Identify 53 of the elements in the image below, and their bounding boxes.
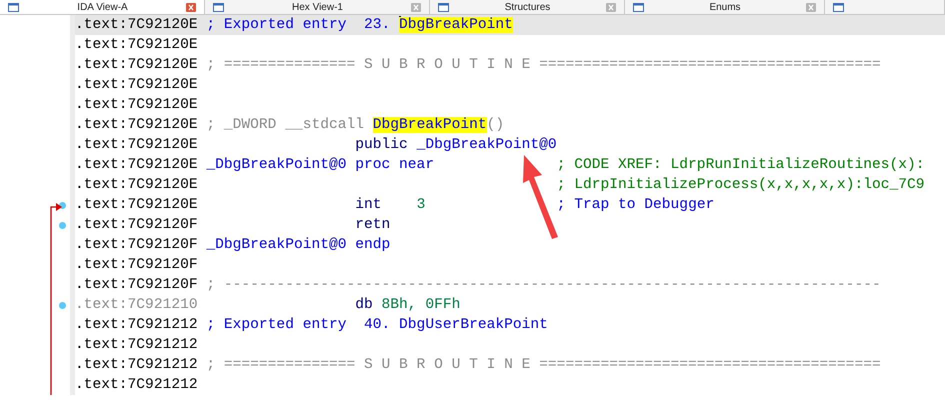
- address: .text:7C921212: [75, 357, 198, 373]
- address: .text:7C92120F: [75, 257, 198, 273]
- label: _DbgBreakPoint@0 proc near: [206, 157, 434, 173]
- address: .text:7C921210: [75, 297, 198, 313]
- comment: ; CODE XREF: LdrpRunInitializeRoutines(x):: [556, 157, 925, 173]
- address: .text:7C92120E: [75, 177, 198, 193]
- mnemonic: retn: [355, 217, 390, 233]
- address: .text:7C92120E: [75, 17, 198, 33]
- operand: _DbgBreakPoint@0: [416, 137, 557, 153]
- label: _DbgBreakPoint@0 endp: [206, 237, 390, 253]
- comment: ; ---------------------------------------------------------------------------: [206, 277, 881, 293]
- tab[interactable]: Enums: [625, 0, 825, 14]
- mnemonic: int: [355, 197, 382, 213]
- close-icon[interactable]: [411, 2, 421, 12]
- tab[interactable]: Hex View-1: [205, 0, 430, 14]
- close-icon[interactable]: [186, 2, 196, 12]
- comment: ; Exported entry 23.: [206, 17, 392, 33]
- address: .text:7C92120F: [75, 277, 198, 293]
- address: .text:7C92120F: [75, 237, 198, 253]
- window-icon: [438, 2, 449, 12]
- operand: 8Bh, 0FFh: [382, 297, 460, 313]
- address: .text:7C92120E: [75, 37, 198, 53]
- comment: (): [486, 117, 504, 133]
- window-icon: [213, 2, 224, 12]
- window-icon: [8, 2, 19, 12]
- comment: ; =============== S U B R O U T I N E =======================================: [206, 57, 881, 73]
- tab[interactable]: IDA View-A: [0, 0, 205, 14]
- address: .text:7C92120E: [75, 77, 198, 93]
- address: .text:7C92120E: [75, 57, 198, 73]
- close-icon[interactable]: [606, 2, 616, 12]
- address: .text:7C92120E: [75, 97, 198, 113]
- address: .text:7C92120E: [75, 157, 198, 173]
- comment: ; Trap to Debugger: [556, 197, 714, 213]
- address: .text:7C921212: [75, 317, 198, 333]
- comment: ; =============== S U B R O U T I N E =======================================: [206, 357, 881, 373]
- comment: ; LdrpInitializeProcess(x,x,x,x,x):loc_7C9: [556, 177, 925, 193]
- address: .text:7C92120F: [75, 217, 198, 233]
- close-icon[interactable]: [806, 2, 816, 12]
- window-icon: [633, 2, 644, 12]
- highlighted-name: DbgBreakPoint: [372, 117, 487, 133]
- mnemonic: db: [355, 297, 373, 313]
- address: .text:7C921212: [75, 337, 198, 353]
- window-icon: [833, 2, 844, 12]
- operand: 3: [416, 197, 426, 213]
- address: .text:7C921212: [75, 377, 198, 393]
- highlighted-name: DbgBreakPoint: [399, 17, 513, 33]
- comment: ; Exported entry 40. DbgUserBreakPoint: [206, 317, 548, 333]
- mnemonic: public: [355, 137, 408, 153]
- comment: ; _DWORD __stdcall: [206, 117, 366, 133]
- address: .text:7C92120E: [75, 117, 198, 133]
- address: .text:7C92120E: [75, 197, 198, 213]
- tab[interactable]: Structures: [430, 0, 625, 14]
- address: .text:7C92120E: [75, 137, 198, 153]
